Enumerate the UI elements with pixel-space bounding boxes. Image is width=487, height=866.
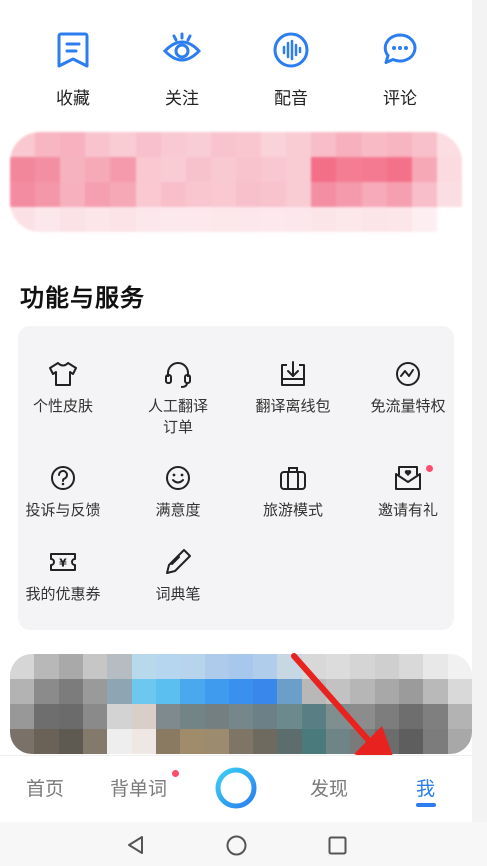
- smile-icon: [162, 462, 194, 494]
- service-invite[interactable]: 邀请有礼: [353, 462, 463, 521]
- help-icon: [47, 462, 79, 494]
- comments-button[interactable]: 评论: [360, 30, 440, 109]
- assistant-ring-icon: [215, 767, 257, 809]
- tshirt-icon: [47, 358, 79, 390]
- service-coupons[interactable]: ¥ 我的优惠券: [8, 546, 118, 605]
- traffic-icon: [392, 358, 424, 390]
- favorites-label: 收藏: [56, 89, 90, 109]
- follow-label: 关注: [165, 89, 199, 109]
- services-title: 功能与服务: [20, 284, 145, 312]
- promo-banner[interactable]: [10, 132, 462, 232]
- headset-icon: [162, 358, 194, 390]
- service-invite-label: 邀请有礼: [377, 501, 438, 519]
- service-free-traffic-label: 免流量特权: [370, 397, 446, 415]
- bookmark-icon: [53, 30, 93, 70]
- service-coupons-label: 我的优惠券: [25, 585, 101, 603]
- tab-discover[interactable]: 发现: [310, 774, 348, 801]
- dubbing-button[interactable]: 配音: [251, 30, 331, 109]
- service-offline-package-label: 翻译离线包: [255, 397, 331, 415]
- comment-icon: [380, 30, 420, 70]
- service-dictionary-pen[interactable]: 词典笔: [123, 546, 233, 605]
- service-feedback[interactable]: 投诉与反馈: [8, 462, 118, 521]
- service-skins[interactable]: 个性皮肤: [8, 358, 118, 417]
- service-satisfaction-label: 满意度: [155, 501, 201, 519]
- favorites-button[interactable]: 收藏: [33, 30, 113, 109]
- center-assistant-button[interactable]: [214, 766, 258, 810]
- invite-icon: [392, 462, 424, 494]
- suitcase-icon: [277, 462, 309, 494]
- service-human-translation[interactable]: 人工翻译 订单: [123, 358, 233, 438]
- service-skins-label: 个性皮肤: [32, 397, 93, 415]
- service-free-traffic[interactable]: 免流量特权: [353, 358, 463, 417]
- eye-icon: [162, 30, 202, 70]
- service-human-translation-label: 人工翻译 订单: [147, 397, 208, 436]
- service-satisfaction[interactable]: 满意度: [123, 462, 233, 521]
- tab-home[interactable]: 首页: [26, 774, 64, 801]
- home-circle-icon[interactable]: [226, 835, 247, 856]
- back-icon[interactable]: [126, 835, 146, 855]
- recents-square-icon[interactable]: [328, 836, 347, 855]
- service-feedback-label: 投诉与反馈: [25, 501, 101, 519]
- tab-vocab[interactable]: 背单词: [110, 774, 167, 801]
- system-nav-bar: [0, 822, 487, 866]
- service-offline-package[interactable]: 翻译离线包: [238, 358, 348, 417]
- voice-icon: [271, 30, 311, 70]
- service-travel-mode-label: 旅游模式: [262, 501, 323, 519]
- coupon-icon: ¥: [47, 546, 79, 578]
- tab-me-indicator: [416, 803, 436, 807]
- svg-text:¥: ¥: [59, 557, 67, 570]
- follow-button[interactable]: 关注: [142, 30, 222, 109]
- dubbing-label: 配音: [274, 89, 308, 109]
- tab-me[interactable]: 我: [416, 774, 435, 801]
- scroll-strip: [472, 0, 487, 822]
- service-dictionary-pen-label: 词典笔: [155, 585, 201, 603]
- bottom-nav: 首页 背单词 发现 我: [0, 755, 472, 822]
- vocab-badge: [172, 770, 179, 777]
- download-icon: [277, 358, 309, 390]
- pen-icon: [162, 546, 194, 578]
- invite-badge: [426, 465, 433, 472]
- service-travel-mode[interactable]: 旅游模式: [238, 462, 348, 521]
- comments-label: 评论: [383, 89, 417, 109]
